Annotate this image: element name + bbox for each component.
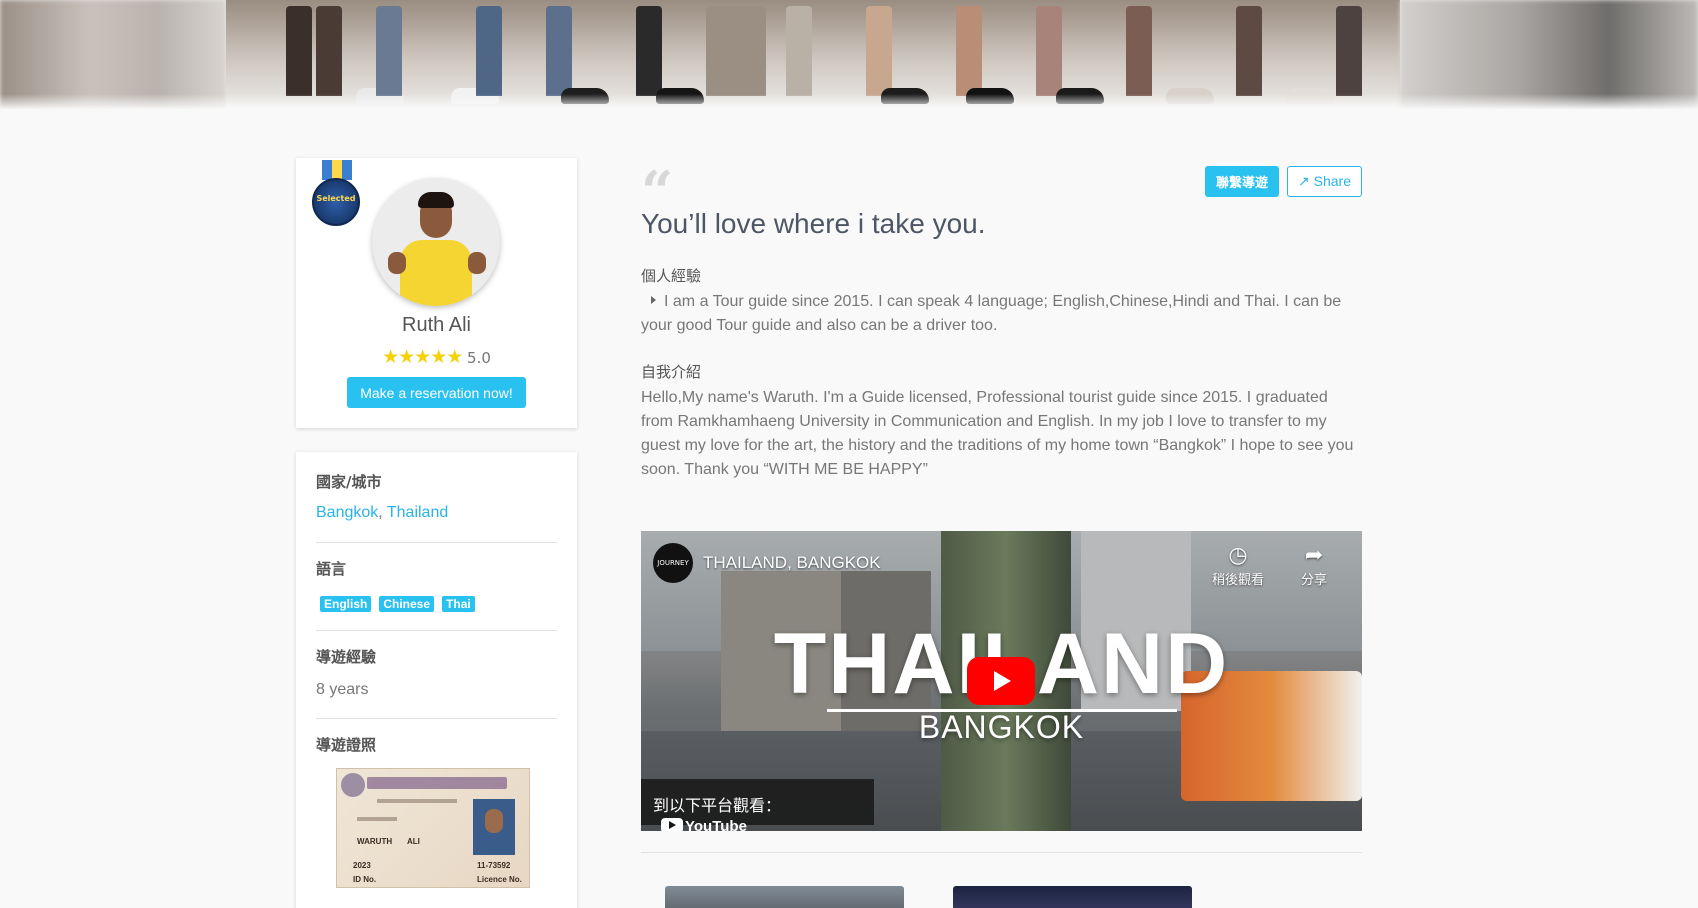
hero-banner (0, 0, 1698, 110)
license-section: 導遊證照 (316, 719, 557, 755)
license-name: WARUTH (357, 837, 393, 846)
video-title[interactable]: THAILAND, BANGKOK (703, 553, 881, 573)
tagline: You’ll love where i take you. (641, 208, 986, 239)
share-button[interactable]: ↗ Share (1287, 166, 1362, 197)
language-section: 語言 English Chinese Thai (316, 543, 557, 631)
experience-heading: 個人經驗 (641, 267, 702, 285)
rating-stars-icon: ★★★★★ (382, 346, 463, 368)
experience-text: I am a Tour guide since 2015. I can spea… (641, 293, 1342, 334)
license-licence-label: Licence No. (477, 875, 522, 884)
guide-info-card: 國家/城市 Bangkok, Thailand 語言 English Chines… (296, 452, 577, 908)
divider (641, 852, 1362, 853)
experience-section: 導遊經驗 8 years (316, 631, 557, 719)
license-year: 2023 (353, 861, 371, 870)
rating: ★★★★★ 5.0 (296, 346, 577, 368)
contact-guide-button[interactable]: 聯繫導遊 (1205, 166, 1279, 197)
license-id-label: ID No. (353, 875, 377, 884)
video-big-subtitle: BANGKOK (918, 709, 1085, 745)
video-share-button[interactable]: ➦ 分享 (1279, 543, 1349, 588)
license-number: 11-73592 (477, 861, 511, 870)
intro-heading: 自我介紹 (641, 363, 702, 381)
share-arrow-icon: ➦ (1304, 543, 1324, 568)
youtube-logo: YouTube (661, 818, 747, 831)
gallery-thumbnail[interactable] (953, 886, 1192, 908)
license-crest-icon (341, 773, 365, 797)
profile-card: Selected Ruth Ali ★★★★★ 5.0 Make a reser… (296, 158, 577, 428)
experience-value: 8 years (316, 681, 369, 698)
selected-medal-icon: Selected (312, 178, 360, 226)
language-label: 語言 (316, 560, 347, 578)
license-photo (473, 799, 515, 855)
watch-on-youtube-button[interactable]: 到以下平台觀看：YouTube (641, 779, 874, 831)
medal-ribbon-icon (322, 160, 352, 180)
caret-right-icon (651, 296, 656, 304)
license-surname: ALI (407, 837, 420, 846)
gallery-thumbnail[interactable] (665, 886, 904, 908)
license-card-image: WARUTH ALI 2023 11-73592 ID No. Licence … (336, 768, 530, 888)
youtube-logo-icon (661, 818, 683, 831)
location-value: Bangkok, Thailand (316, 504, 449, 521)
experience-label: 導遊經驗 (316, 648, 377, 666)
clock-icon: ◷ (1228, 543, 1248, 568)
guide-name: Ruth Ali (402, 314, 471, 336)
youtube-video-embed[interactable]: JOURNEY THAILAND, BANGKOK ◷ 稍後觀看 ➦ 分享 TH… (641, 531, 1362, 831)
share-square-icon: ↗ (1298, 173, 1310, 189)
language-tag: Thai (442, 596, 475, 612)
language-tag: Chinese (379, 596, 435, 612)
city-link[interactable]: Bangkok (316, 504, 378, 521)
make-reservation-button[interactable]: Make a reservation now! (347, 377, 526, 408)
language-tags: English Chinese Thai (316, 593, 557, 612)
youtube-play-icon[interactable] (967, 657, 1035, 705)
selected-guide-badge: Selected (312, 160, 362, 232)
avatar (372, 178, 500, 306)
location-label: 國家/城市 (316, 473, 382, 491)
location-section: 國家/城市 Bangkok, Thailand (316, 452, 557, 543)
watch-later-button[interactable]: ◷ 稍後觀看 (1203, 543, 1273, 588)
license-label: 導遊證照 (316, 736, 377, 754)
language-tag: English (320, 596, 372, 612)
country-link[interactable]: Thailand (387, 504, 448, 521)
intro-text: Hello,My name's Waruth. I'm a Guide lice… (641, 389, 1354, 478)
rating-value: 5.0 (467, 349, 491, 367)
channel-logo[interactable]: JOURNEY (653, 543, 693, 583)
